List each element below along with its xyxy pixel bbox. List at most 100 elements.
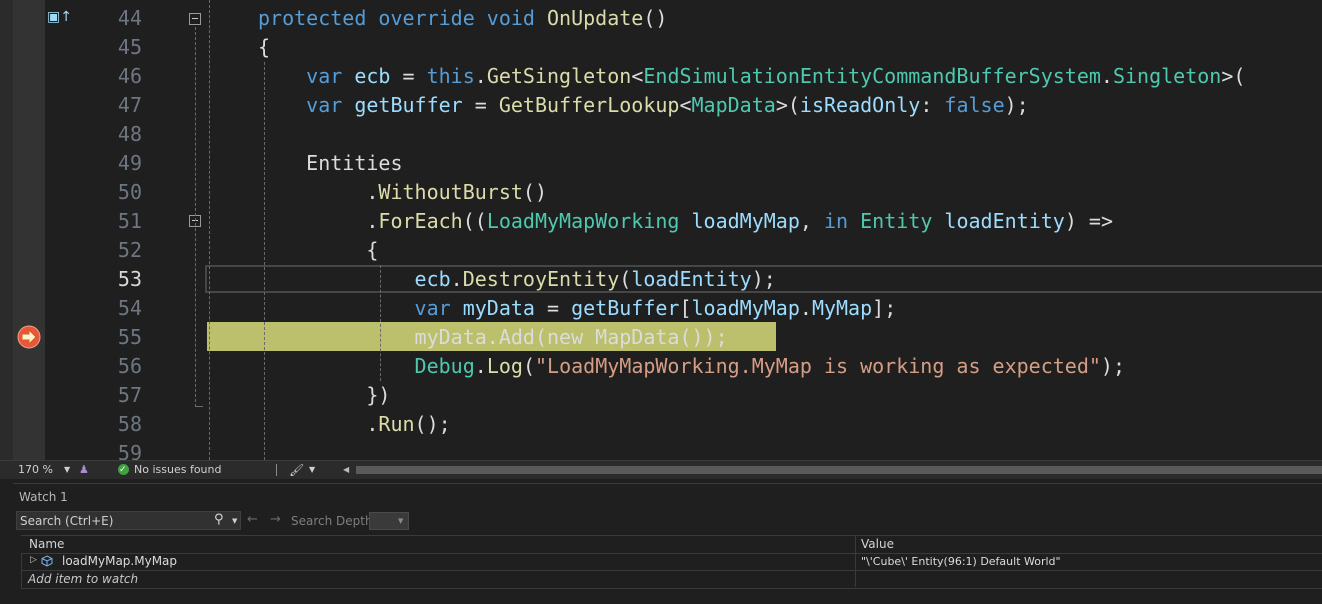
code-line[interactable]: 47 var getBuffer = GetBufferLookup<MapDa…: [0, 91, 1322, 120]
code-line[interactable]: 51 .ForEach((LoadMyMapWorking loadMyMap,…: [0, 207, 1322, 236]
code-token: protected: [258, 6, 367, 30]
line-number: 54: [117, 296, 142, 320]
code-text[interactable]: protected override void OnUpdate(): [258, 4, 667, 33]
check-circle-icon: [118, 461, 129, 479]
code-line[interactable]: 55 myData.Add(new MapData());: [0, 323, 1322, 352]
code-token: Entities: [306, 151, 403, 175]
code-line[interactable]: 58 .Run();: [0, 410, 1322, 439]
line-number: 47: [117, 93, 142, 117]
horizontal-scrollbar[interactable]: [356, 466, 1322, 474]
watch-row-name[interactable]: loadMyMap.MyMap: [62, 554, 177, 568]
zoom-level[interactable]: 170 %: [18, 461, 53, 479]
code-token: .: [366, 180, 379, 204]
code-token: loadEntity: [631, 267, 752, 291]
code-text[interactable]: .ForEach((LoadMyMapWorking loadMyMap, in…: [258, 207, 1113, 236]
code-line[interactable]: 54 var myData = getBuffer[loadMyMap.MyMa…: [0, 294, 1322, 323]
code-line[interactable]: 57 }): [0, 381, 1322, 410]
code-text[interactable]: }): [258, 381, 390, 410]
code-text[interactable]: .Run();: [258, 410, 450, 439]
code-line[interactable]: 52 {: [0, 236, 1322, 265]
code-token: >(: [775, 93, 800, 117]
code-line[interactable]: 56 Debug.Log("LoadMyMapWorking.MyMap is …: [0, 352, 1322, 381]
code-token: Debug: [414, 354, 475, 378]
search-icon[interactable]: ⚲: [214, 512, 224, 527]
code-line[interactable]: 50 .WithoutBurst(): [0, 178, 1322, 207]
add-watch-name-cell: [21, 571, 855, 588]
search-depth-select[interactable]: ▼: [369, 512, 409, 530]
code-token: (: [522, 354, 535, 378]
code-token: false: [944, 93, 1005, 117]
code-cleanup-brush-icon[interactable]: 🖌: [289, 461, 304, 479]
code-line[interactable]: 49 Entities: [0, 149, 1322, 178]
search-placeholder: Search (Ctrl+E): [20, 514, 114, 528]
scroll-left-icon[interactable]: ◀: [343, 461, 349, 479]
code-token: [: [679, 296, 692, 320]
watch-search-input[interactable]: Search (Ctrl+E) ⚲ ▼: [16, 511, 241, 530]
code-token: EndSimulationEntityCommandBufferSystem: [643, 64, 1101, 88]
code-text[interactable]: myData.Add(new MapData());: [258, 323, 728, 352]
line-number: 49: [117, 151, 142, 175]
code-line[interactable]: 48: [0, 120, 1322, 149]
code-token: getBuffer: [571, 296, 680, 320]
search-previous-icon[interactable]: ←: [247, 512, 258, 527]
chevron-down-icon[interactable]: ▼: [398, 517, 403, 525]
code-text[interactable]: var myData = getBuffer[loadMyMap.MyMap];: [258, 294, 897, 323]
code-token: var: [306, 64, 343, 88]
code-token: ecb: [414, 267, 451, 291]
code-text[interactable]: .WithoutBurst(): [258, 178, 547, 207]
watch-grid: Name Value ▷ loadMyMap.MyMap "\'Cube\' E…: [21, 535, 1322, 604]
code-text[interactable]: {: [258, 33, 270, 62]
value-column-header[interactable]: Value: [861, 537, 894, 551]
code-text[interactable]: Entities: [258, 149, 403, 178]
code-token: >(: [1221, 64, 1246, 88]
code-token: MapData: [691, 93, 776, 117]
code-text[interactable]: Debug.Log("LoadMyMapWorking.MyMap is wor…: [258, 352, 1125, 381]
line-number: 53: [117, 267, 142, 291]
search-depth-label: Search Depth:: [291, 514, 377, 528]
watch-row[interactable]: ▷ loadMyMap.MyMap "\'Cube\' Entity(96:1)…: [21, 553, 1322, 571]
code-health-icon[interactable]: ♟: [79, 461, 89, 479]
watch-row-value[interactable]: "\'Cube\' Entity(96:1) Default World": [861, 555, 1061, 568]
code-text[interactable]: var getBuffer = GetBufferLookup<MapData>…: [258, 91, 1029, 120]
code-token: Entity: [860, 209, 933, 233]
line-number: 59: [117, 441, 142, 460]
code-line[interactable]: 44 protected override void OnUpdate(): [0, 4, 1322, 33]
expand-arrow-icon[interactable]: ▷: [30, 555, 37, 565]
name-column-header[interactable]: Name: [29, 537, 64, 551]
code-text[interactable]: ecb.DestroyEntity(loadEntity);: [258, 265, 776, 294]
code-line[interactable]: 59: [0, 439, 1322, 460]
code-line[interactable]: 45 {: [0, 33, 1322, 62]
code-token: ) =>: [1064, 209, 1114, 233]
line-number: 55: [117, 325, 142, 349]
code-text[interactable]: {: [258, 236, 378, 265]
add-item-to-watch[interactable]: Add item to watch: [28, 572, 138, 586]
code-line[interactable]: 53 ecb.DestroyEntity(loadEntity);: [0, 265, 1322, 294]
code-token: loadEntity: [944, 209, 1065, 233]
code-token: .: [799, 296, 812, 320]
code-editor[interactable]: ▣↑ 44 protected override void OnUpdate() 4…: [0, 0, 1322, 460]
code-token: =: [534, 296, 572, 320]
code-token: in: [823, 209, 849, 233]
code-line[interactable]: 46 var ecb = this.GetSingleton<EndSimula…: [0, 62, 1322, 91]
code-token: ];: [872, 296, 897, 320]
issues-status[interactable]: No issues found: [134, 461, 221, 479]
add-watch-row[interactable]: Add item to watch: [21, 571, 1322, 589]
code-token: getBuffer: [354, 93, 463, 117]
code-text[interactable]: var ecb = this.GetSingleton<EndSimulatio…: [258, 62, 1245, 91]
search-options-chevron-icon[interactable]: ▼: [232, 517, 237, 525]
zoom-dropdown-icon[interactable]: ▼: [64, 461, 70, 479]
code-token: ecb: [354, 64, 391, 88]
code-token: }): [366, 383, 391, 407]
chevron-down-icon[interactable]: ▼: [309, 461, 315, 479]
search-next-icon[interactable]: →: [270, 512, 281, 527]
